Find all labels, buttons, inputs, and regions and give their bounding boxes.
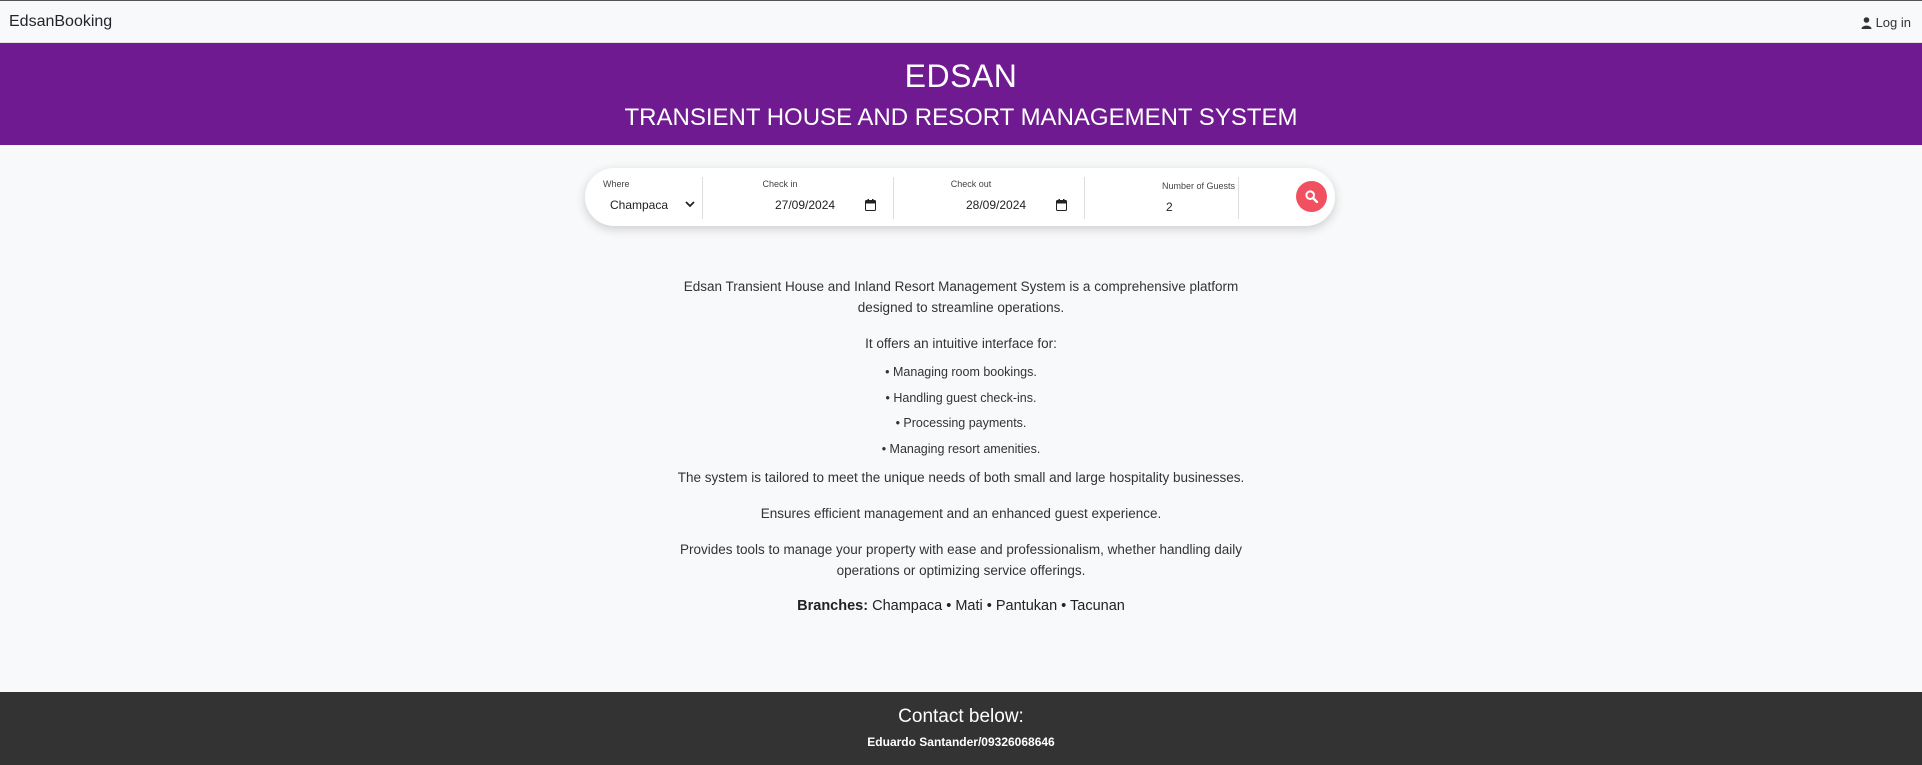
list-item: • Managing room bookings. bbox=[885, 365, 1037, 379]
guests-label: Number of Guests bbox=[1162, 181, 1236, 191]
list-item: • Processing payments. bbox=[895, 416, 1027, 430]
calendar-icon[interactable] bbox=[865, 199, 876, 211]
user-icon bbox=[1861, 16, 1872, 29]
checkin-label: Check in bbox=[762, 179, 798, 189]
booking-search-bar: Where Champaca Check in 27/09/2024 Check… bbox=[585, 168, 1335, 226]
offers-text: It offers an intuitive interface for: bbox=[865, 336, 1057, 351]
divider bbox=[1084, 177, 1085, 219]
hero-banner: EDSAN TRANSIENT HOUSE AND RESORT MANAGEM… bbox=[0, 43, 1922, 145]
ensures-text: Ensures efficient management and an enha… bbox=[760, 506, 1162, 521]
footer: Contact below: Eduardo Santander/0932606… bbox=[0, 692, 1922, 765]
branches-label: Branches: bbox=[797, 598, 869, 614]
guests-field[interactable]: Number of Guests 2 bbox=[1092, 176, 1242, 220]
hero-title: EDSAN bbox=[904, 58, 1018, 94]
calendar-icon[interactable] bbox=[1056, 199, 1067, 211]
search-icon bbox=[1305, 190, 1318, 203]
intro-text: Edsan Transient House and Inland Resort … bbox=[683, 279, 1239, 315]
divider bbox=[1238, 177, 1239, 219]
list-item: • Handling guest check-ins. bbox=[885, 390, 1037, 405]
features-list: • Managing room bookings. • Handling gue… bbox=[0, 365, 1922, 457]
search-button[interactable] bbox=[1296, 181, 1327, 212]
footer-title: Contact below: bbox=[898, 706, 1024, 727]
tailored-text: The system is tailored to meet the uniqu… bbox=[677, 470, 1245, 485]
tools-text: Provides tools to manage your property w… bbox=[679, 542, 1243, 578]
chevron-down-icon bbox=[685, 201, 695, 208]
about-section: Edsan Transient House and Inland Resort … bbox=[0, 276, 1922, 617]
branches-value: Champaca • Mati • Pantukan • Tacunan bbox=[872, 598, 1125, 614]
login-label: Log in bbox=[1875, 15, 1911, 30]
checkout-label: Check out bbox=[950, 179, 992, 189]
guests-value: 2 bbox=[1166, 200, 1173, 214]
hero-subtitle: TRANSIENT HOUSE AND RESORT MANAGEMENT SY… bbox=[624, 104, 1298, 131]
checkin-value: 27/09/2024 bbox=[775, 198, 836, 212]
footer-contact: Eduardo Santander/09326068646 bbox=[867, 735, 1055, 749]
branches-line: Branches: Champaca • Mati • Pantukan • T… bbox=[0, 596, 1922, 617]
where-value: Champaca bbox=[610, 198, 669, 212]
navbar: EdsanBooking Log in bbox=[0, 0, 1922, 43]
list-item: • Managing resort amenities. bbox=[881, 441, 1041, 456]
checkout-value: 28/09/2024 bbox=[966, 198, 1027, 212]
brand-link[interactable]: EdsanBooking bbox=[9, 13, 112, 31]
where-label: Where bbox=[603, 179, 630, 189]
checkout-field[interactable]: Check out 28/09/2024 bbox=[901, 176, 1081, 220]
login-link[interactable]: Log in bbox=[1861, 15, 1911, 30]
